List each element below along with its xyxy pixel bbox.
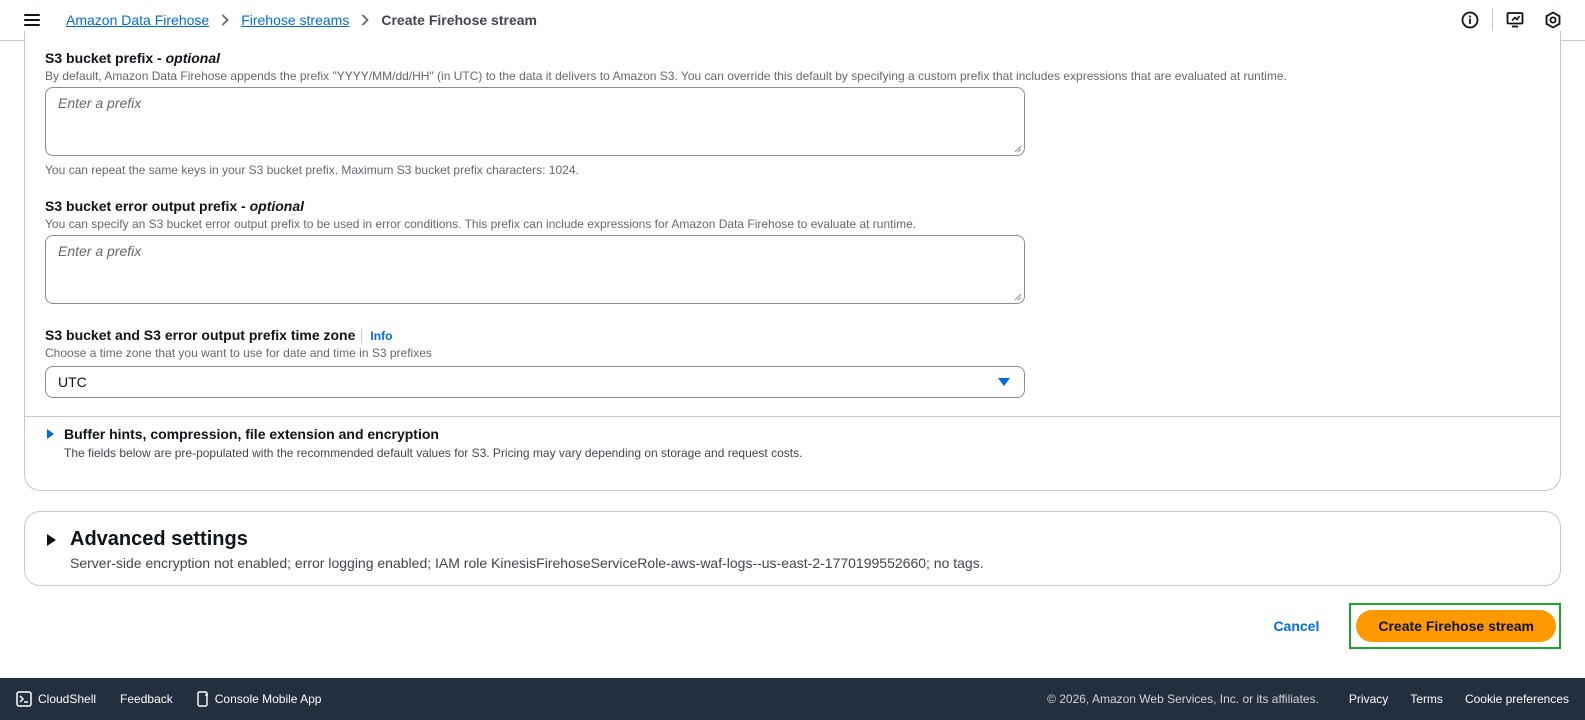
breadcrumb-firehose-streams[interactable]: Firehose streams: [241, 12, 349, 28]
main-content: S3 bucket prefix - optional By default, …: [0, 31, 1585, 678]
advanced-settings-summary: Server-side encryption not enabled; erro…: [70, 555, 984, 571]
highlight-box: Create Firehose stream: [1349, 603, 1561, 649]
timezone-select[interactable]: UTC: [45, 366, 1025, 398]
buffer-hints-description: The fields below are pre-populated with …: [64, 446, 803, 460]
s3-prefix-placeholder: Enter a prefix: [58, 95, 142, 111]
info-icon[interactable]: [1460, 10, 1480, 30]
s3-prefix-constraint: You can repeat the same keys in your S3 …: [45, 163, 579, 177]
buffer-hints-expander[interactable]: Buffer hints, compression, file extensio…: [47, 426, 802, 460]
copyright-text: © 2026, Amazon Web Services, Inc. or its…: [1047, 692, 1319, 706]
divider: [1492, 8, 1493, 32]
s3-error-prefix-description: You can specify an S3 bucket error outpu…: [45, 217, 917, 231]
feedback-link[interactable]: Feedback: [120, 692, 173, 706]
s3-prefix-field: S3 bucket prefix - optional By default, …: [45, 50, 1287, 177]
breadcrumb: Amazon Data Firehose Firehose streams Cr…: [66, 12, 537, 28]
cloudshell-link[interactable]: CloudShell: [16, 691, 96, 707]
cookie-preferences-link[interactable]: Cookie preferences: [1465, 692, 1569, 706]
resize-grip-icon[interactable]: [1014, 145, 1022, 153]
s3-prefix-description: By default, Amazon Data Firehose appends…: [45, 69, 1287, 83]
feedback-label: Feedback: [120, 692, 173, 706]
settings-hex-icon[interactable]: [1543, 10, 1563, 30]
destination-settings-panel: S3 bucket prefix - optional By default, …: [24, 31, 1561, 491]
caret-right-icon: [47, 533, 56, 546]
timezone-label: S3 bucket and S3 error output prefix tim…: [45, 327, 393, 343]
s3-error-prefix-label: S3 bucket error output prefix - optional: [45, 198, 305, 214]
advanced-settings-expander[interactable]: Advanced settings Server-side encryption…: [24, 511, 1561, 586]
breadcrumb-current: Create Firehose stream: [381, 12, 537, 28]
s3-prefix-label: S3 bucket prefix - optional: [45, 50, 221, 66]
menu-icon[interactable]: [24, 14, 40, 26]
cloudshell-label: CloudShell: [38, 692, 97, 706]
console-mobile-app-link[interactable]: Console Mobile App: [197, 691, 322, 707]
s3-error-prefix-placeholder: Enter a prefix: [58, 243, 142, 259]
buffer-hints-title: Buffer hints, compression, file extensio…: [64, 426, 439, 442]
caret-right-icon: [47, 429, 54, 439]
cloudshell-icon: [16, 691, 32, 707]
mobile-app-label: Console Mobile App: [214, 692, 322, 706]
chevron-right-icon: [361, 14, 370, 26]
s3-prefix-input[interactable]: Enter a prefix: [45, 87, 1025, 156]
s3-error-prefix-field: S3 bucket error output prefix - optional…: [45, 198, 1025, 304]
chevron-right-icon: [221, 14, 229, 26]
timezone-description: Choose a time zone that you want to use …: [45, 346, 432, 360]
console-footer: CloudShell Feedback Console Mobile App ©…: [0, 678, 1585, 720]
timezone-selected-value: UTC: [58, 374, 87, 390]
timezone-field: S3 bucket and S3 error output prefix tim…: [45, 327, 1025, 398]
timezone-info-link[interactable]: Info: [361, 329, 392, 343]
cancel-button[interactable]: Cancel: [1273, 618, 1319, 634]
mobile-app-icon: [197, 691, 208, 707]
resize-grip-icon[interactable]: [1014, 293, 1022, 301]
advanced-settings-title: Advanced settings: [70, 528, 248, 550]
section-divider: [25, 416, 1560, 417]
create-firehose-stream-button[interactable]: Create Firehose stream: [1356, 610, 1556, 642]
screen-feedback-icon[interactable]: [1505, 10, 1525, 30]
terms-link[interactable]: Terms: [1410, 692, 1443, 706]
breadcrumb-amazon-data-firehose[interactable]: Amazon Data Firehose: [66, 12, 209, 28]
form-actions: Cancel Create Firehose stream: [1273, 603, 1561, 649]
caret-down-icon: [998, 378, 1010, 386]
s3-error-prefix-input[interactable]: Enter a prefix: [45, 235, 1025, 304]
privacy-link[interactable]: Privacy: [1349, 692, 1388, 706]
